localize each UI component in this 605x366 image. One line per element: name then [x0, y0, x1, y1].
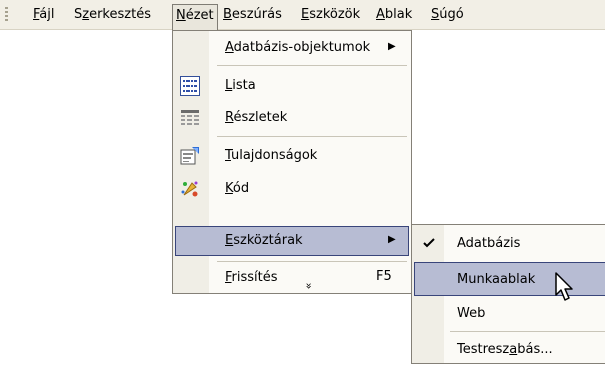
submenu-item-customize[interactable]: Testreszabás...: [412, 332, 605, 366]
menu-edit[interactable]: Szerkesztés: [71, 5, 154, 25]
menu-separator: [217, 261, 407, 262]
shortcut-label: F5: [376, 269, 392, 284]
view-menu-dropdown: Adatbázis-objektumok ▶ Lista Részletek T…: [172, 30, 412, 294]
menu-item-toolbars[interactable]: Eszköztárak ▶: [175, 226, 409, 256]
properties-icon: [180, 146, 200, 166]
menu-tools[interactable]: Eszközök: [298, 5, 363, 25]
checkmark-icon: [420, 234, 438, 252]
menu-item-database-objects[interactable]: Adatbázis-objektumok ▶: [173, 33, 411, 63]
submenu-item-database[interactable]: Adatbázis: [412, 226, 605, 260]
details-icon: [180, 108, 200, 128]
menu-view[interactable]: Nézet: [172, 4, 218, 30]
menu-separator: [217, 136, 407, 137]
mouse-pointer-icon: [554, 271, 580, 305]
menu-window[interactable]: Ablak: [373, 5, 415, 25]
menu-help[interactable]: Súgó: [428, 5, 467, 25]
menu-separator: [217, 65, 407, 66]
submenu-arrow-icon: ▶: [388, 41, 396, 52]
menu-bar: Fájl Szerkesztés Nézet Beszúrás Eszközök…: [0, 0, 605, 30]
list-icon: [180, 76, 200, 96]
menu-item-list[interactable]: Lista: [173, 71, 411, 101]
code-icon: [180, 179, 200, 199]
menu-item-details[interactable]: Részletek: [173, 103, 411, 133]
menu-item-refresh[interactable]: Frissítés F5: [173, 263, 411, 293]
menu-item-code[interactable]: Kód: [173, 174, 411, 204]
expand-menu-chevron-icon[interactable]: »: [302, 283, 315, 290]
menu-insert[interactable]: Beszúrás: [220, 5, 285, 25]
toolbar-grip[interactable]: [5, 7, 8, 23]
submenu-arrow-icon: ▶: [388, 234, 396, 245]
menu-file[interactable]: Fájl: [30, 5, 58, 25]
menu-item-properties[interactable]: Tulajdonságok: [173, 141, 411, 171]
